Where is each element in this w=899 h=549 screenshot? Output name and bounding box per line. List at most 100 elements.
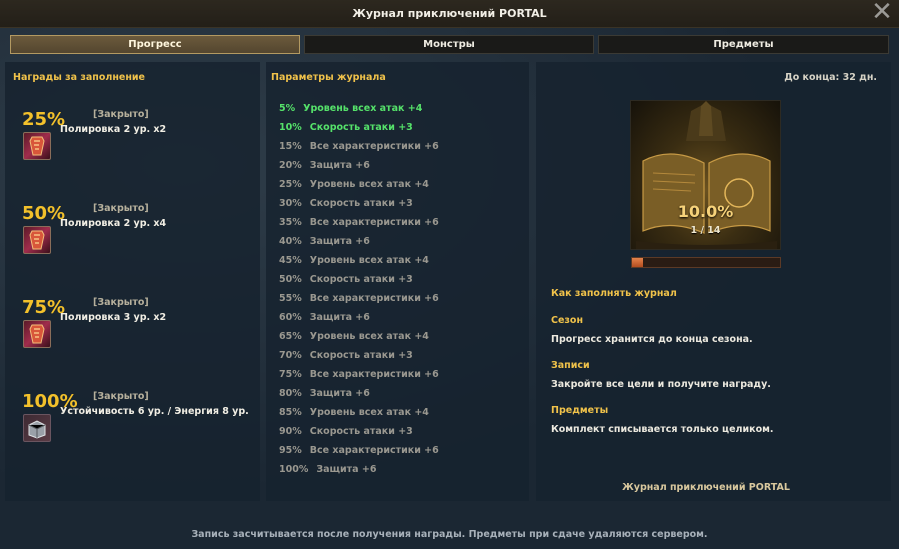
param-row: 50% Скорость атаки +3	[279, 274, 519, 293]
param-text: Уровень всех атак +4	[303, 103, 423, 114]
param-percent: 35%	[279, 217, 302, 228]
param-percent: 100%	[279, 464, 309, 475]
param-text: Уровень всех атак +4	[309, 331, 429, 342]
deadline-label: До конца: 32 дн.	[784, 72, 877, 83]
param-row: 85% Уровень всех атак +4	[279, 407, 519, 426]
reward-percent: 75%	[22, 297, 66, 318]
param-row: 55% Все характеристики +6	[279, 293, 519, 312]
window-title: Журнал приключений PORTAL	[352, 7, 547, 20]
season-heading: Сезон	[551, 315, 584, 326]
param-text: Скорость атаки +3	[309, 198, 413, 209]
param-text: Все характеристики +6	[309, 217, 439, 228]
param-text: Все характеристики +6	[309, 369, 439, 380]
param-percent: 90%	[279, 426, 302, 437]
param-row: 60% Защита +6	[279, 312, 519, 331]
polish-scroll-icon[interactable]	[23, 320, 51, 348]
reward-status: [Закрыто]	[93, 109, 149, 120]
reward-status: [Закрыто]	[93, 297, 149, 308]
param-row: 5% Уровень всех атак +4	[279, 103, 519, 122]
param-row: 70% Скорость атаки +3	[279, 350, 519, 369]
reward-50: 50% [Закрыто] Полировка 2 ур. x4	[20, 203, 260, 263]
tab-bar: Прогресс Монстры Предметы	[10, 35, 889, 54]
param-text: Скорость атаки +3	[309, 426, 413, 437]
param-row: 100% Защита +6	[279, 464, 519, 483]
param-percent: 10%	[279, 122, 302, 133]
param-percent: 85%	[279, 407, 302, 418]
param-percent: 5%	[279, 103, 296, 114]
reward-100: 100% [Закрыто] Устойчивость 6 ур. / Энер…	[20, 391, 260, 451]
items-heading: Предметы	[551, 405, 609, 416]
param-percent: 20%	[279, 160, 302, 171]
param-percent: 70%	[279, 350, 302, 361]
title-bar[interactable]: Журнал приключений PORTAL ✕	[0, 0, 899, 28]
param-row: 15% Все характеристики +6	[279, 141, 519, 160]
param-text: Защита +6	[309, 236, 370, 247]
progress-percent: 10.0%	[677, 202, 734, 221]
bottom-note: Запись засчитывается после получения наг…	[191, 529, 708, 540]
param-list: 5% Уровень всех атак +4 10% Скорость атаки …	[279, 103, 519, 483]
reward-item: Полировка 2 ур. x2	[60, 124, 167, 135]
param-text: Все характеристики +6	[309, 141, 439, 152]
footer-title: Журнал приключений PORTAL	[622, 482, 790, 493]
progress-count: 1 / 14	[690, 225, 721, 236]
params-heading: Параметры журнала	[271, 72, 386, 83]
polish-scroll-icon[interactable]	[23, 226, 51, 254]
param-text: Уровень всех атак +4	[309, 179, 429, 190]
param-percent: 65%	[279, 331, 302, 342]
reward-item: Полировка 2 ур. x4	[60, 218, 167, 229]
reward-percent: 25%	[22, 109, 66, 130]
tab-items[interactable]: Предметы	[598, 35, 889, 54]
reward-25: 25% [Закрыто] Полировка 2 ур. x2	[20, 109, 260, 169]
rewards-heading: Награды за заполнение	[13, 72, 145, 83]
close-icon[interactable]: ✕	[871, 0, 893, 25]
how-to-heading: Как заполнять журнал	[551, 288, 677, 299]
param-text: Все характеристики +6	[309, 445, 439, 456]
param-text: Скорость атаки +3	[309, 274, 413, 285]
tab-progress[interactable]: Прогресс	[10, 35, 300, 54]
param-row: 80% Защита +6	[279, 388, 519, 407]
param-percent: 80%	[279, 388, 302, 399]
tab-monsters[interactable]: Монстры	[304, 35, 594, 54]
param-row: 95% Все характеристики +6	[279, 445, 519, 464]
param-row: 45% Уровень всех атак +4	[279, 255, 519, 274]
season-text: Прогресс хранится до конца сезона.	[551, 334, 753, 345]
reward-status: [Закрыто]	[93, 203, 149, 214]
param-percent: 30%	[279, 198, 302, 209]
reward-item: Полировка 3 ур. x2	[60, 312, 167, 323]
param-percent: 25%	[279, 179, 302, 190]
param-row: 90% Скорость атаки +3	[279, 426, 519, 445]
param-row: 75% Все характеристики +6	[279, 369, 519, 388]
param-row: 25% Уровень всех атак +4	[279, 179, 519, 198]
adventure-journal-window: Журнал приключений PORTAL ✕ Прогресс Мон…	[0, 0, 899, 549]
param-text: Уровень всех атак +4	[309, 255, 429, 266]
param-percent: 15%	[279, 141, 302, 152]
param-percent: 50%	[279, 274, 302, 285]
chest-icon[interactable]	[23, 414, 51, 442]
param-text: Скорость атаки +3	[309, 350, 413, 361]
param-percent: 55%	[279, 293, 302, 304]
param-text: Защита +6	[316, 464, 377, 475]
polish-scroll-icon[interactable]	[23, 132, 51, 160]
param-text: Защита +6	[309, 312, 370, 323]
records-heading: Записи	[551, 360, 590, 371]
param-text: Уровень всех атак +4	[309, 407, 429, 418]
items-text: Комплект списывается только целиком.	[551, 424, 774, 435]
param-row: 35% Все характеристики +6	[279, 217, 519, 236]
param-row: 10% Скорость атаки +3	[279, 122, 519, 141]
param-percent: 40%	[279, 236, 302, 247]
param-text: Все характеристики +6	[309, 293, 439, 304]
reward-percent: 50%	[22, 203, 66, 224]
param-percent: 45%	[279, 255, 302, 266]
progress-bar	[631, 257, 781, 268]
param-text: Защита +6	[309, 160, 370, 171]
param-percent: 95%	[279, 445, 302, 456]
param-percent: 60%	[279, 312, 302, 323]
reward-75: 75% [Закрыто] Полировка 3 ур. x2	[20, 297, 260, 357]
reward-status: [Закрыто]	[93, 391, 149, 402]
param-row: 30% Скорость атаки +3	[279, 198, 519, 217]
records-text: Закройте все цели и получите награду.	[551, 379, 771, 390]
progress-fill	[632, 258, 643, 267]
param-row: 65% Уровень всех атак +4	[279, 331, 519, 350]
param-percent: 75%	[279, 369, 302, 380]
reward-item: Устойчивость 6 ур. / Энергия 8 ур.	[60, 406, 249, 417]
